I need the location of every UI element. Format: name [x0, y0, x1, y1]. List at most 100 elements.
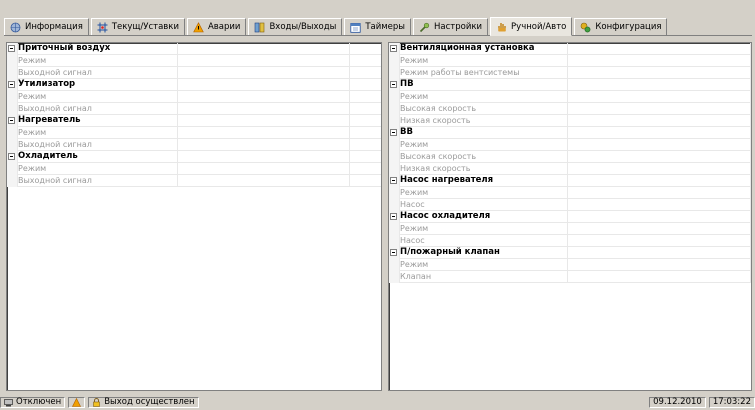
- property-row[interactable]: Режим: [7, 127, 381, 139]
- collapse-icon[interactable]: [8, 153, 15, 160]
- property-label: Режим: [389, 139, 568, 150]
- property-value[interactable]: [178, 163, 350, 174]
- group-row[interactable]: Насос нагревателя: [389, 175, 751, 187]
- property-label: Высокая скорость: [389, 103, 568, 114]
- collapse-icon[interactable]: [390, 129, 397, 136]
- collapse-icon[interactable]: [390, 177, 397, 184]
- collapse-icon[interactable]: [390, 213, 397, 220]
- property-value[interactable]: [178, 67, 350, 78]
- property-row[interactable]: Режим: [389, 223, 751, 235]
- property-value[interactable]: [568, 55, 751, 66]
- property-value[interactable]: [178, 103, 350, 114]
- property-value[interactable]: [568, 139, 751, 150]
- property-row[interactable]: Режим: [389, 55, 751, 67]
- collapse-icon[interactable]: [8, 81, 15, 88]
- group-row[interactable]: Утилизатор: [7, 79, 381, 91]
- group-row[interactable]: Нагреватель: [7, 115, 381, 127]
- alarm-status[interactable]: [68, 396, 86, 408]
- property-row[interactable]: Режим: [389, 187, 751, 199]
- group-row[interactable]: Приточный воздух: [7, 43, 381, 55]
- wrench-icon: [419, 22, 430, 33]
- collapse-icon[interactable]: [390, 249, 397, 256]
- property-value[interactable]: [178, 139, 350, 150]
- tab-crosshair[interactable]: Текущ/Уставки: [90, 18, 185, 35]
- property-value[interactable]: [568, 91, 751, 102]
- tab-wrench[interactable]: Настройки: [413, 18, 489, 35]
- property-row[interactable]: Режим работы вентсистемы: [389, 67, 751, 79]
- group-row[interactable]: Охладитель: [7, 151, 381, 163]
- property-row[interactable]: Режим: [7, 91, 381, 103]
- tab-calendar[interactable]: Таймеры: [344, 18, 412, 35]
- property-value[interactable]: [568, 223, 751, 234]
- collapse-icon[interactable]: [8, 45, 15, 52]
- date-display: 09.12.2010: [649, 396, 706, 408]
- property-label: Режим: [389, 223, 568, 234]
- property-value[interactable]: [568, 199, 751, 210]
- status-bar: Отключен Выход осуществлен 09.12.2010 17…: [0, 396, 755, 408]
- property-label: Насос: [389, 235, 568, 246]
- group-header: Насос охладителя: [389, 211, 568, 222]
- collapse-icon[interactable]: [8, 117, 15, 124]
- property-row[interactable]: Высокая скорость: [389, 151, 751, 163]
- property-row[interactable]: Насос: [389, 235, 751, 247]
- property-row[interactable]: Режим: [389, 91, 751, 103]
- property-row[interactable]: Низкая скорость: [389, 163, 751, 175]
- group-header: П/пожарный клапан: [389, 247, 568, 258]
- tab-io[interactable]: Входы/Выходы: [248, 18, 343, 35]
- property-row[interactable]: Выходной сигнал: [7, 103, 381, 115]
- property-row[interactable]: Режим: [389, 139, 751, 151]
- property-row[interactable]: Высокая скорость: [389, 103, 751, 115]
- property-value[interactable]: [568, 235, 751, 246]
- login-status-label: Выход осуществлен: [104, 397, 195, 407]
- property-row[interactable]: Низкая скорость: [389, 115, 751, 127]
- property-value[interactable]: [178, 91, 350, 102]
- property-value[interactable]: [178, 55, 350, 66]
- property-value[interactable]: [568, 151, 751, 162]
- property-value[interactable]: [568, 259, 751, 270]
- property-row[interactable]: Клапан: [389, 271, 751, 283]
- group-row[interactable]: П/пожарный клапан: [389, 247, 751, 259]
- left-property-grid[interactable]: Приточный воздух Режим Выходной сигнал Утил…: [6, 42, 382, 391]
- tab-warning[interactable]: Аварии: [186, 18, 247, 35]
- group-row[interactable]: Вентиляционная установка: [389, 43, 751, 55]
- group-row[interactable]: ПВ: [389, 79, 751, 91]
- property-value[interactable]: [178, 175, 350, 186]
- tab-label: Конфигурация: [595, 22, 662, 32]
- tab-hand[interactable]: Ручной/Авто: [490, 17, 573, 36]
- group-header: Охладитель: [7, 151, 178, 162]
- group-row[interactable]: Насос охладителя: [389, 211, 751, 223]
- property-label: Выходной сигнал: [7, 175, 178, 186]
- property-value[interactable]: [568, 187, 751, 198]
- calendar-icon: [350, 22, 361, 33]
- property-row[interactable]: Режим: [7, 163, 381, 175]
- property-row[interactable]: Насос: [389, 199, 751, 211]
- property-row[interactable]: Режим: [389, 259, 751, 271]
- group-header: Нагреватель: [7, 115, 178, 126]
- datetime: 09.12.2010 17:03:22: [649, 396, 755, 408]
- property-label: Режим: [389, 55, 568, 66]
- tab-config[interactable]: Конфигурация: [574, 18, 668, 35]
- property-row[interactable]: Выходной сигнал: [7, 139, 381, 151]
- property-row[interactable]: Выходной сигнал: [7, 175, 381, 187]
- collapse-icon[interactable]: [390, 45, 397, 52]
- group-row[interactable]: ВВ: [389, 127, 751, 139]
- property-row[interactable]: Режим: [7, 55, 381, 67]
- property-value[interactable]: [178, 127, 350, 138]
- property-value[interactable]: [568, 115, 751, 126]
- group-title: П/пожарный клапан: [400, 247, 500, 257]
- property-row[interactable]: Выходной сигнал: [7, 67, 381, 79]
- group-value-cell: [568, 127, 751, 138]
- property-label: Режим: [389, 91, 568, 102]
- property-value[interactable]: [568, 67, 751, 78]
- right-property-grid[interactable]: Вентиляционная установка Режим Режим работ…: [388, 42, 752, 391]
- property-value[interactable]: [568, 163, 751, 174]
- group-value-cell: [568, 211, 751, 222]
- tab-label: Информация: [25, 22, 83, 32]
- io-icon: [254, 22, 265, 33]
- tab-globe[interactable]: Информация: [4, 18, 89, 35]
- property-value[interactable]: [568, 271, 751, 282]
- warning-icon: [72, 397, 82, 407]
- collapse-icon[interactable]: [390, 81, 397, 88]
- property-value[interactable]: [568, 103, 751, 114]
- group-value-cell: [568, 79, 751, 90]
